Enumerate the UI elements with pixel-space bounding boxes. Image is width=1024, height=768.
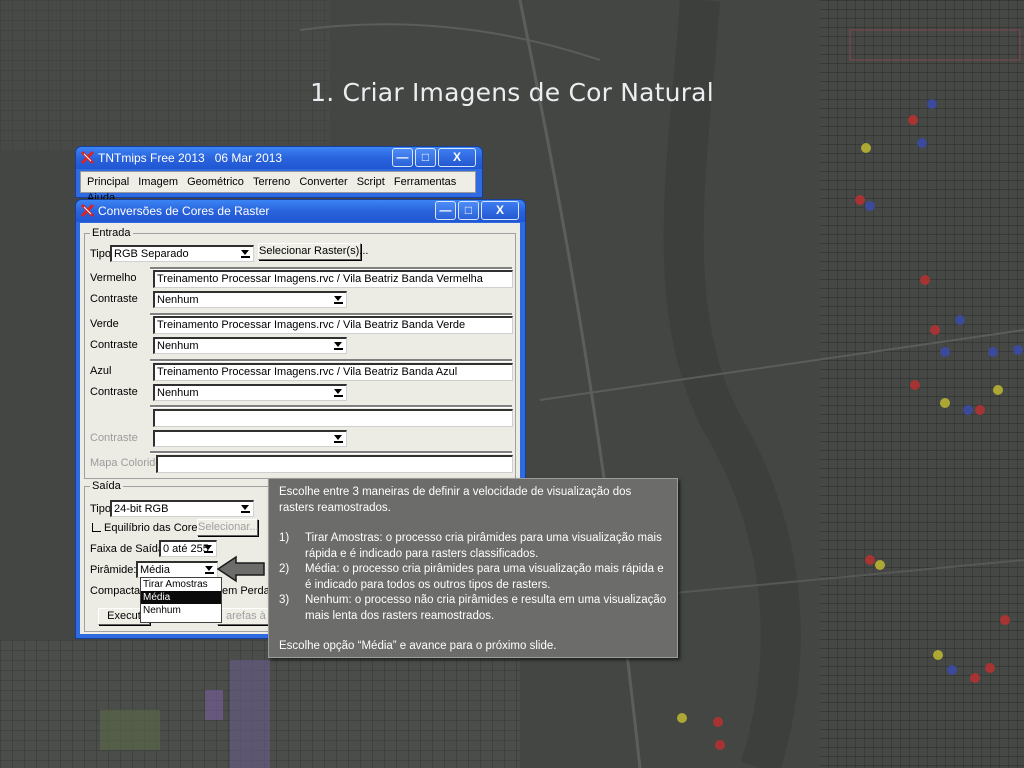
compression-label: Compacta — [90, 585, 141, 597]
main-menubar: Principal Imagem Geométrico Terreno Conv… — [80, 171, 476, 204]
contrast-select-blue[interactable]: Nenhum — [153, 384, 347, 401]
pyramid-option-tirar-amostras[interactable]: Tirar Amostras — [141, 578, 221, 591]
contrast-select-red[interactable]: Nenhum — [153, 291, 347, 308]
contrast-label-green: Contraste — [90, 339, 138, 351]
chevron-down-icon — [334, 341, 343, 350]
color-balance-checkbox[interactable] — [92, 523, 101, 532]
menu-ferramentas[interactable]: Ferramentas — [394, 176, 456, 188]
input-type-label: Tipo — [90, 248, 111, 260]
blue-raster-field[interactable]: Treinamento Processar Imagens.rvc / Vila… — [153, 363, 513, 381]
menu-terreno[interactable]: Terreno — [253, 176, 290, 188]
color-map-label: Mapa Colorido — [90, 457, 162, 469]
list-item: 2) Média: o processo cria pirâmides para … — [279, 563, 664, 591]
contrast-label-red: Contraste — [90, 293, 138, 305]
blue-label: Azul — [90, 365, 112, 377]
dialog-title: Conversões de Cores de Raster — [98, 204, 270, 218]
contrast-select-disabled[interactable] — [153, 430, 347, 447]
output-type-label: Tipo — [90, 503, 111, 515]
menu-script[interactable]: Script — [357, 176, 385, 188]
main-window-title: TNTmips Free 2013 06 Mar 2013 — [98, 151, 283, 165]
saida-group-label: Saída — [90, 480, 123, 492]
color-balance-select-button[interactable]: Selecionar... — [197, 519, 259, 536]
dialog-maximize-button[interactable]: □ — [458, 201, 479, 220]
tntmips-main-window: TNTmips Free 2013 06 Mar 2013 — □ X Prin… — [75, 146, 483, 204]
contrast-label-blue: Contraste — [90, 386, 138, 398]
explanation-intro: Escolhe entre 3 maneiras de definir a ve… — [279, 486, 632, 514]
tntmips-app-icon — [80, 203, 95, 218]
close-button[interactable]: X — [438, 148, 476, 167]
color-map-field[interactable] — [156, 455, 513, 473]
color-balance-label: Equilíbrio das Cores — [104, 522, 204, 534]
input-type-select[interactable]: RGB Separado — [110, 245, 254, 262]
menu-converter[interactable]: Converter — [299, 176, 347, 188]
chevron-down-icon — [334, 388, 343, 397]
minimize-button[interactable]: — — [392, 148, 413, 167]
list-item: 3) Nenhum: o processo não cria pirâmides … — [279, 594, 667, 622]
dialog-close-button[interactable]: X — [481, 201, 519, 220]
pyramid-dropdown-list: Tirar Amostras Média Nenhum — [140, 577, 222, 623]
green-raster-field[interactable]: Treinamento Processar Imagens.rvc / Vila… — [153, 316, 513, 334]
chevron-down-icon — [334, 295, 343, 304]
slide-title: 1. Criar Imagens de Cor Natural — [310, 78, 714, 107]
compression-value: em Perda — [222, 585, 270, 597]
select-rasters-button[interactable]: Selecionar Raster(s)... — [258, 243, 368, 260]
green-label: Verde — [90, 318, 119, 330]
output-range-select[interactable]: 0 até 255 — [159, 540, 217, 557]
contrast-label-disabled: Contraste — [90, 432, 138, 444]
red-label: Vermelho — [90, 272, 137, 284]
list-item: 1) Tirar Amostras: o processo cria pirâmi… — [279, 532, 662, 560]
chevron-down-icon — [241, 249, 250, 258]
chevron-down-icon — [241, 504, 250, 513]
main-window-titlebar[interactable]: TNTmips Free 2013 06 Mar 2013 — □ X — [76, 147, 482, 169]
separator — [150, 359, 512, 362]
menu-geometrico[interactable]: Geométrico — [187, 176, 244, 188]
explanation-list: 1) Tirar Amostras: o processo cria pirâmi… — [279, 531, 667, 624]
maximize-button[interactable]: □ — [415, 148, 436, 167]
left-arrow-icon — [216, 555, 265, 583]
separator — [150, 405, 512, 408]
dialog-minimize-button[interactable]: — — [435, 201, 456, 220]
explanation-outro: Escolhe opção “Média” e avance para o pr… — [279, 640, 557, 652]
menu-principal[interactable]: Principal — [87, 176, 129, 188]
pyramid-label: Pirâmide: — [90, 564, 137, 576]
explanation-callout: Escolhe entre 3 maneiras de definir a ve… — [268, 478, 678, 658]
contrast-select-green[interactable]: Nenhum — [153, 337, 347, 354]
menu-imagem[interactable]: Imagem — [138, 176, 178, 188]
tntmips-app-icon — [80, 150, 95, 165]
chevron-down-icon — [334, 434, 343, 443]
chevron-down-icon — [204, 544, 213, 553]
output-range-label: Faixa de Saída — [90, 543, 164, 555]
fourth-raster-field[interactable] — [153, 409, 513, 427]
separator — [150, 451, 512, 454]
pyramid-option-media[interactable]: Média — [141, 591, 221, 604]
chevron-down-icon — [205, 565, 214, 574]
entrada-group-label: Entrada — [90, 227, 133, 239]
pyramid-select[interactable]: Média — [136, 561, 218, 578]
dialog-titlebar[interactable]: Conversões de Cores de Raster — □ X — [76, 200, 525, 222]
red-raster-field[interactable]: Treinamento Processar Imagens.rvc / Vila… — [153, 270, 513, 288]
output-type-select[interactable]: 24-bit RGB — [110, 500, 254, 517]
pyramid-option-nenhum[interactable]: Nenhum — [141, 604, 221, 617]
